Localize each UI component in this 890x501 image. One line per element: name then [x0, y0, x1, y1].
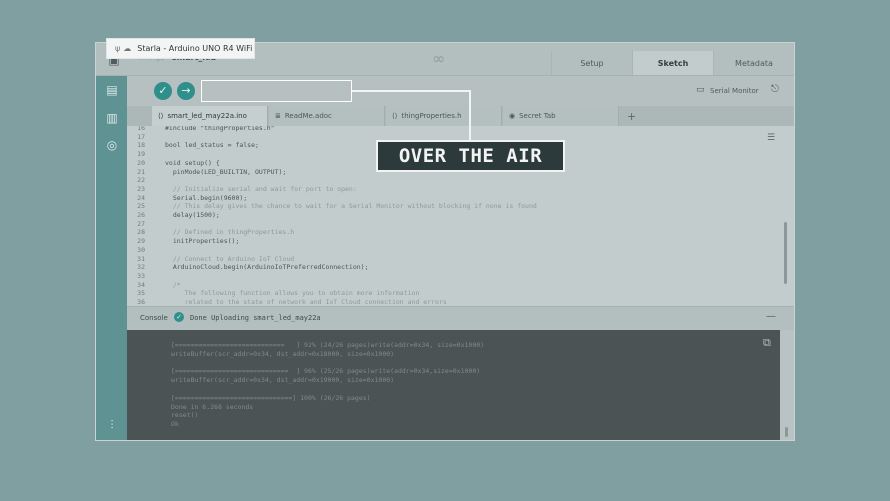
line-number: 26: [137, 211, 145, 219]
left-sidebar: ▤ ▥ ◎ ⫶: [96, 76, 127, 440]
code-line: // Connect to Arduino IoT Cloud: [165, 254, 295, 263]
code-line: The following function allows you to obt…: [165, 289, 420, 298]
board-label: Starla - Arduino UNO R4 WiFi: [137, 44, 253, 53]
code-line: Serial.begin(9600);: [165, 193, 248, 202]
code-line: pinMode(LED_BUILTIN, OUTPUT);: [165, 167, 287, 176]
tab-setup[interactable]: Setup: [551, 51, 632, 75]
line-number: 24: [137, 193, 145, 202]
console-line: reset(): [171, 411, 199, 420]
top-tabs: Setup Sketch Metadata: [551, 51, 794, 75]
file-tab-label: thingProperties.h: [401, 112, 462, 120]
code-line: bool led_status = false;: [165, 141, 259, 150]
upload-button[interactable]: →: [177, 82, 195, 100]
file-tabs: ⟨⟩ smart_led_may22a.ino ⋮ ≣ ReadMe.adoc …: [127, 106, 794, 126]
console-scrollbar[interactable]: [785, 427, 788, 437]
console-line: [============================ ] 92% (24/…: [171, 341, 485, 349]
serial-monitor-label[interactable]: Serial Monitor: [710, 87, 759, 95]
file-tab-label: Secret Tab: [519, 112, 556, 120]
check-circle-icon: ✓: [174, 312, 184, 322]
file-tab-label: smart_led_may22a.ino: [167, 112, 247, 120]
console-header: Console ✓ Done Uploading smart_led_may22…: [127, 306, 794, 330]
over-the-air-callout: OVER THE AIR: [376, 140, 565, 172]
add-tab-icon[interactable]: +: [627, 110, 636, 123]
line-number: 19: [137, 150, 145, 159]
console-output[interactable]: [============================ ] 92% (24/…: [127, 330, 780, 440]
callout-connector: [469, 90, 471, 140]
line-number: 36: [137, 298, 145, 306]
code-line: // Initialize serial and wait for port t…: [165, 184, 357, 193]
console-line: [==============================] 100% (2…: [171, 393, 371, 402]
document-icon: ≣: [275, 112, 281, 120]
line-number: 34: [137, 280, 145, 289]
console-line: writeBuffer(scr_addr=0x34, dst_addr=0x18…: [171, 349, 395, 358]
settings-sliders-icon[interactable]: ⫶: [104, 418, 120, 432]
code-icon: ⟨⟩: [158, 112, 164, 120]
code-line: void setup() {: [165, 158, 220, 167]
line-number: 29: [137, 237, 145, 246]
line-number: 16: [137, 126, 145, 132]
line-number: 33: [137, 271, 145, 280]
tab-sketch[interactable]: Sketch: [632, 51, 713, 75]
ide-window: ▣ Things › smart_led ▾ ∞ Setup Sketch Me…: [96, 43, 794, 440]
cloud-icon: ☁: [123, 44, 132, 53]
editor-scrollbar[interactable]: [784, 222, 787, 284]
compass-icon[interactable]: ◎: [104, 138, 120, 152]
minimize-console-icon[interactable]: —: [766, 311, 776, 322]
console-line: Done in 6.268 seconds: [171, 402, 254, 411]
line-number: 17: [137, 132, 145, 141]
usb-icon: ψ: [115, 44, 121, 53]
code-line: ArduinoCloud.begin(ArduinoIoTPreferredCo…: [165, 263, 369, 272]
line-number: 27: [137, 219, 145, 228]
code-line: delay(1500);: [165, 211, 220, 219]
board-selector[interactable]: ψ ☁ Starla - Arduino UNO R4 WiFi: [106, 38, 255, 59]
code-line: #include "thingProperties.h": [165, 126, 275, 132]
code-line: /*: [165, 280, 181, 289]
verify-button[interactable]: ✓: [154, 82, 172, 100]
code-line: // Defined in thingProperties.h: [165, 228, 295, 237]
line-number: 22: [137, 176, 145, 185]
console-label: Console: [140, 314, 168, 322]
notifications-icon[interactable]: ⎋: [771, 84, 779, 95]
line-number: 21: [137, 167, 145, 176]
file-tab-secret[interactable]: ◉ Secret Tab: [503, 106, 619, 126]
file-tab-main[interactable]: ⟨⟩ smart_led_may22a.ino ⋮: [152, 106, 274, 126]
line-number: 31: [137, 254, 145, 263]
file-tab-properties[interactable]: ⟨⟩ thingProperties.h: [386, 106, 502, 126]
file-tab-readme[interactable]: ≣ ReadMe.adoc: [269, 106, 385, 126]
code-line: // This delay gives the chance to wait f…: [165, 202, 537, 211]
console-line: Ok: [171, 420, 179, 429]
line-number: 32: [137, 263, 145, 272]
eye-icon: ◉: [509, 112, 516, 120]
console-line: [============================= ] 96% (25…: [171, 367, 481, 376]
line-number: 18: [137, 141, 145, 150]
line-number: 25: [137, 202, 145, 211]
tab-metadata[interactable]: Metadata: [713, 51, 794, 75]
arduino-logo-icon: ∞: [432, 49, 446, 68]
board-selector-highlight: [201, 80, 352, 102]
line-number: 30: [137, 245, 145, 254]
callout-connector: [352, 90, 471, 92]
line-number: 20: [137, 158, 145, 167]
code-line: related to the state of network and IoT …: [165, 298, 447, 306]
line-number: 23: [137, 184, 145, 193]
line-number: 35: [137, 289, 145, 298]
library-icon[interactable]: ▥: [104, 111, 120, 125]
console-status: Done Uploading smart_led_may22a: [190, 314, 321, 322]
file-tab-label: ReadMe.adoc: [284, 112, 332, 120]
code-line: initProperties();: [165, 237, 240, 246]
code-icon: ⟨⟩: [392, 112, 398, 120]
sketchbook-icon[interactable]: ▤: [104, 83, 120, 97]
serial-monitor-icon[interactable]: ▭: [696, 85, 705, 95]
line-number: 28: [137, 228, 145, 237]
copy-icon[interactable]: ⧉: [763, 336, 771, 350]
format-code-icon[interactable]: ☰: [767, 133, 775, 143]
console-line: writeBuffer(scr_addr=0x34, dst_addr=0x19…: [171, 376, 395, 385]
